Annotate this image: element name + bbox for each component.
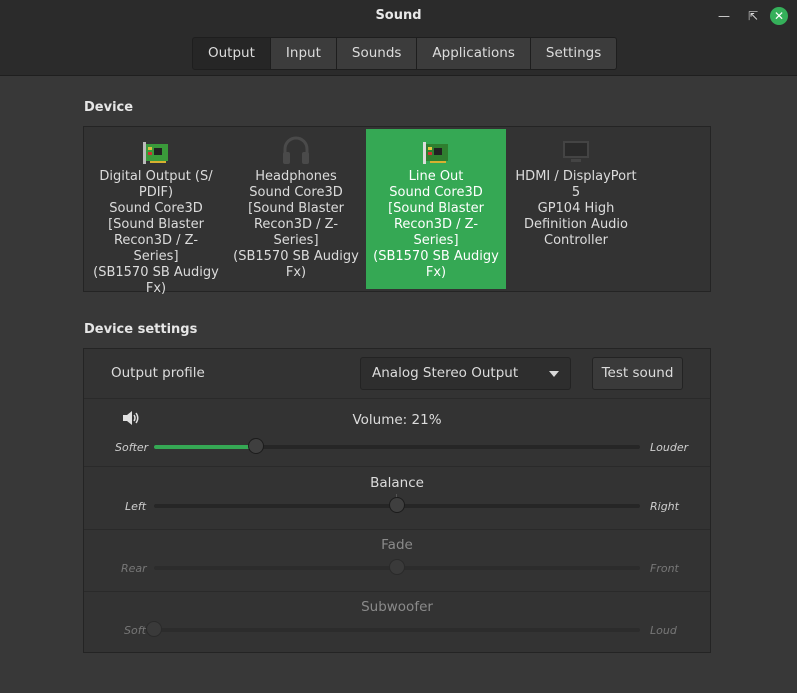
output-profile-label: Output profile xyxy=(111,365,205,381)
sound-card-icon xyxy=(86,129,226,165)
tab-applications[interactable]: Applications xyxy=(417,37,531,70)
device-item-hdmi[interactable]: HDMI / DisplayPort 5 GP104 High Definiti… xyxy=(506,129,646,289)
volume-fill xyxy=(154,445,257,449)
volume-min-label: Softer xyxy=(115,441,149,454)
tab-bar: Output Input Sounds Applications Setting… xyxy=(192,37,618,70)
device-settings-title: Device settings xyxy=(84,322,198,337)
volume-slider-handle[interactable] xyxy=(248,438,265,454)
device-item-headphones[interactable]: Headphones Sound Core3D [Sound Blaster R… xyxy=(226,129,366,289)
title-bar: Sound — ⇱ ✕ Output Input Sounds Applicat… xyxy=(0,0,797,76)
headphones-icon xyxy=(226,129,366,165)
tab-sounds[interactable]: Sounds xyxy=(336,37,418,70)
divider xyxy=(84,398,710,399)
device-section-title: Device xyxy=(84,100,134,115)
device-list: Digital Output (S/ PDIF) Sound Core3D [S… xyxy=(83,126,711,296)
sound-card-icon xyxy=(366,129,506,165)
chevron-down-icon xyxy=(549,371,559,377)
window-title: Sound xyxy=(375,8,422,23)
output-profile-select[interactable]: Analog Stereo Output xyxy=(360,357,571,390)
balance-max-label: Right xyxy=(650,500,679,513)
volume-slider[interactable] xyxy=(154,445,640,449)
monitor-icon xyxy=(506,129,646,165)
device-settings-panel: Output profile Analog Stereo Output Test… xyxy=(83,348,711,653)
fade-label: Fade xyxy=(381,537,413,553)
fade-slider-handle[interactable] xyxy=(389,559,405,575)
balance-label: Balance xyxy=(370,475,424,491)
volume-label: Volume: 21% xyxy=(352,412,442,428)
divider xyxy=(84,466,710,467)
tab-input[interactable]: Input xyxy=(270,37,337,70)
subwoofer-slider-handle[interactable] xyxy=(146,621,162,637)
subwoofer-label: Subwoofer xyxy=(361,599,433,615)
device-name: Line Out Sound Core3D [Sound Blaster Rec… xyxy=(373,169,499,280)
tab-output[interactable]: Output xyxy=(192,37,271,70)
maximize-icon[interactable]: ⇱ xyxy=(745,8,761,24)
close-icon[interactable]: ✕ xyxy=(770,7,788,25)
device-name: Headphones Sound Core3D [Sound Blaster R… xyxy=(233,169,359,280)
balance-slider-handle[interactable] xyxy=(389,497,405,513)
subwoofer-min-label: Soft xyxy=(124,624,146,637)
subwoofer-slider[interactable] xyxy=(154,628,640,632)
tab-settings[interactable]: Settings xyxy=(530,37,618,70)
minimize-icon[interactable]: — xyxy=(716,8,732,24)
output-profile-value: Analog Stereo Output xyxy=(372,365,519,381)
device-name: Digital Output (S/ PDIF) Sound Core3D [S… xyxy=(93,169,219,296)
divider xyxy=(84,529,710,530)
fade-min-label: Rear xyxy=(121,562,147,575)
device-item-digital-output[interactable]: Digital Output (S/ PDIF) Sound Core3D [S… xyxy=(86,129,226,296)
volume-max-label: Louder xyxy=(650,441,689,454)
subwoofer-max-label: Loud xyxy=(650,624,677,637)
balance-min-label: Left xyxy=(125,500,147,513)
device-name: HDMI / DisplayPort 5 GP104 High Definiti… xyxy=(515,169,637,248)
divider xyxy=(84,591,710,592)
test-sound-button[interactable]: Test sound xyxy=(592,357,683,390)
device-item-line-out[interactable]: Line Out Sound Core3D [Sound Blaster Rec… xyxy=(366,129,506,289)
fade-max-label: Front xyxy=(650,562,679,575)
